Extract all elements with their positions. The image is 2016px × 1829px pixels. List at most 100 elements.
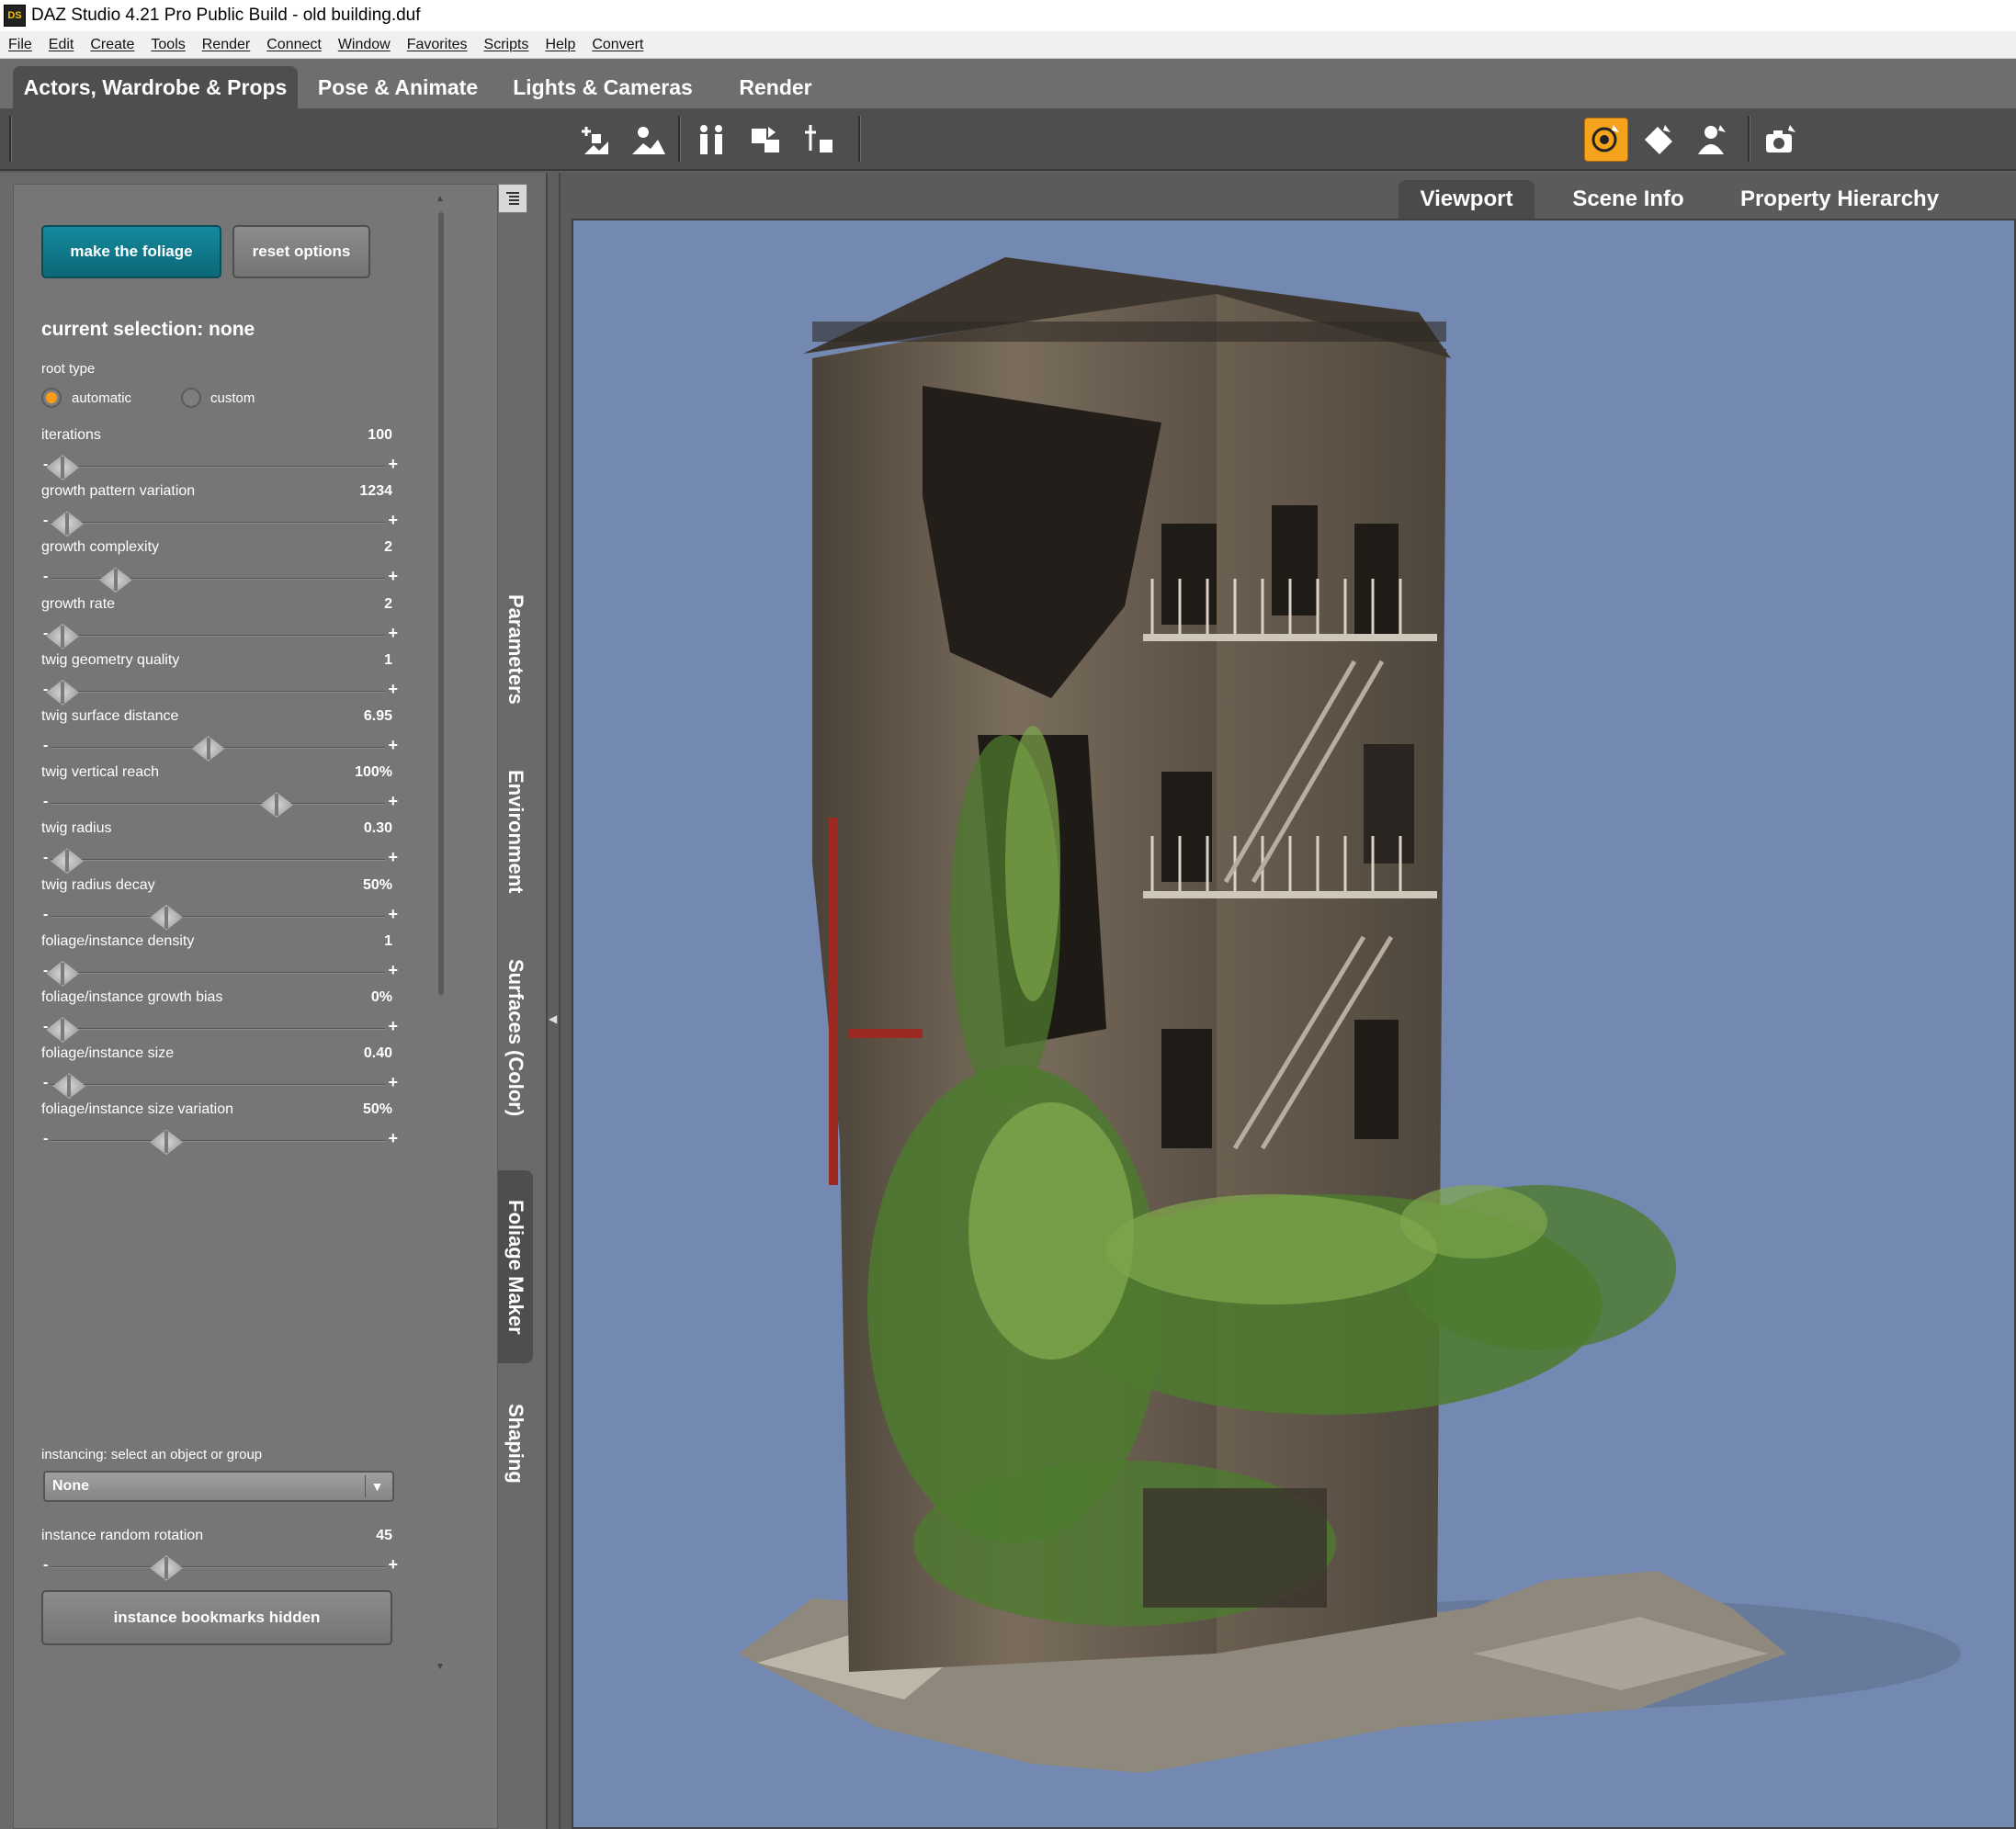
slider-twig-surface-distance[interactable]: twig surface distance 6.95 - + (41, 708, 402, 765)
tab-property-hierarchy[interactable]: Property Hierarchy (1720, 180, 1959, 219)
minus-icon[interactable]: - (43, 907, 48, 923)
root-automatic-radio[interactable] (41, 388, 62, 408)
minus-icon[interactable]: - (43, 682, 48, 698)
slider-foliage-instance-size[interactable]: foliage/instance size 0.40 - + (41, 1045, 402, 1102)
slider-track[interactable] (51, 915, 385, 918)
minus-icon[interactable]: - (43, 963, 48, 979)
plus-icon[interactable]: + (388, 567, 398, 586)
plus-icon[interactable]: + (388, 1555, 398, 1575)
scene-load-icon[interactable] (744, 118, 788, 162)
slider-track[interactable] (51, 690, 385, 693)
slider-thumb[interactable] (191, 736, 225, 762)
root-custom-radio[interactable] (181, 388, 201, 408)
slider-track[interactable] (51, 1566, 385, 1568)
side-tab-foliage-maker[interactable]: Foliage Maker (498, 1170, 533, 1363)
slider-thumb[interactable] (46, 455, 80, 480)
reset-options-button[interactable]: reset options (232, 225, 370, 278)
collapse-left-icon[interactable]: ◀ (549, 1012, 557, 1025)
slider-track[interactable] (51, 466, 385, 468)
plus-icon[interactable]: + (388, 511, 398, 530)
minus-icon[interactable]: - (43, 1075, 48, 1091)
tab-pose-animate[interactable]: Pose & Animate (303, 66, 493, 108)
slider-growth-complexity[interactable]: growth complexity 2 - + (41, 539, 402, 596)
slider-track[interactable] (51, 634, 385, 637)
minus-icon[interactable]: - (43, 1557, 48, 1574)
menu-help[interactable]: Help (537, 37, 583, 53)
side-tab-parameters[interactable]: Parameters (498, 582, 533, 717)
slider-track[interactable] (51, 803, 385, 806)
slider-foliage-instance-growth-bias[interactable]: foliage/instance growth bias 0% - + (41, 989, 402, 1046)
add-prop-icon[interactable] (573, 118, 617, 162)
instancing-select[interactable]: None ▼ (43, 1471, 394, 1502)
plus-icon[interactable]: + (388, 792, 398, 811)
slider-track[interactable] (51, 522, 385, 525)
slider-thumb[interactable] (52, 1073, 86, 1100)
menu-tools[interactable]: Tools (142, 37, 193, 53)
scrollbar-thumb[interactable] (438, 212, 444, 995)
slider-twig-radius[interactable]: twig radius 0.30 - + (41, 820, 402, 877)
minus-icon[interactable]: - (43, 457, 48, 473)
slider-foliage-instance-density[interactable]: foliage/instance density 1 - + (41, 933, 402, 990)
make-foliage-button[interactable]: make the foliage (41, 225, 221, 278)
slider-instance-random-rotation[interactable]: instance random rotation 45 - + (41, 1528, 402, 1585)
chevron-down-icon[interactable]: ▼ (365, 1475, 389, 1497)
slider-iterations[interactable]: iterations 100 - + (41, 427, 402, 484)
plus-icon[interactable]: + (388, 736, 398, 755)
menu-window[interactable]: Window (330, 37, 399, 53)
minus-icon[interactable]: - (43, 569, 48, 585)
plus-icon[interactable]: + (388, 1129, 398, 1148)
slider-track[interactable] (51, 1084, 385, 1087)
slider-twig-geometry-quality[interactable]: twig geometry quality 1 - + (41, 652, 402, 709)
slider-growth-pattern-variation[interactable]: growth pattern variation 1234 - + (41, 483, 402, 540)
menu-file[interactable]: File (0, 37, 40, 53)
tab-render[interactable]: Render (713, 66, 838, 108)
slider-thumb[interactable] (150, 904, 183, 931)
viewport-canvas[interactable] (572, 219, 2016, 1829)
slider-thumb[interactable] (46, 623, 80, 649)
minus-icon[interactable]: - (43, 738, 48, 754)
plus-icon[interactable]: + (388, 848, 398, 867)
slider-twig-radius-decay[interactable]: twig radius decay 50% - + (41, 877, 402, 934)
minus-icon[interactable]: - (43, 513, 48, 529)
minus-icon[interactable]: - (43, 626, 48, 642)
slider-track[interactable] (51, 971, 385, 974)
plus-icon[interactable]: + (388, 1017, 398, 1036)
slider-thumb[interactable] (51, 511, 84, 537)
slider-foliage-instance-size-variation[interactable]: foliage/instance size variation 50% - + (41, 1101, 402, 1158)
plus-icon[interactable]: + (388, 1073, 398, 1092)
panel-menu-icon[interactable] (498, 184, 527, 213)
minus-icon[interactable]: - (43, 850, 48, 866)
slider-thumb[interactable] (46, 1017, 80, 1043)
menu-favorites[interactable]: Favorites (399, 37, 476, 53)
plus-icon[interactable]: + (388, 624, 398, 643)
side-tab-surfaces-color[interactable]: Surfaces (Color) (498, 943, 533, 1134)
camera-icon[interactable] (1759, 118, 1803, 162)
minus-icon[interactable]: - (43, 1131, 48, 1147)
menu-convert[interactable]: Convert (583, 37, 651, 53)
menu-render[interactable]: Render (194, 37, 258, 53)
slider-twig-vertical-reach[interactable]: twig vertical reach 100% - + (41, 764, 402, 821)
tab-scene-info[interactable]: Scene Info (1551, 180, 1705, 219)
side-tab-shaping[interactable]: Shaping (498, 1387, 533, 1499)
slider-track[interactable] (51, 1140, 385, 1143)
tab-viewport[interactable]: Viewport (1399, 180, 1535, 219)
slider-thumb[interactable] (98, 567, 132, 593)
slider-growth-rate[interactable]: growth rate 2 - + (41, 596, 402, 653)
scroll-down-icon[interactable]: ▼ (436, 1662, 445, 1672)
menu-scripts[interactable]: Scripts (476, 37, 538, 53)
tab-lights-cameras[interactable]: Lights & Cameras (502, 66, 704, 108)
surface-select-icon[interactable] (1637, 118, 1682, 162)
slider-track[interactable] (51, 859, 385, 862)
slider-thumb[interactable] (51, 848, 84, 875)
pane-splitter[interactable]: ◀ (546, 173, 561, 1829)
slider-thumb[interactable] (46, 960, 80, 987)
minus-icon[interactable]: - (43, 1019, 48, 1035)
panel-scrollbar[interactable]: ▲ ▼ (435, 194, 447, 1719)
plus-icon[interactable]: + (388, 680, 398, 699)
side-tab-environment[interactable]: Environment (498, 755, 533, 908)
active-tool-icon[interactable] (1584, 118, 1628, 162)
slider-thumb[interactable] (260, 792, 293, 819)
environment-icon[interactable] (627, 118, 671, 162)
menu-create[interactable]: Create (82, 37, 142, 53)
plus-icon[interactable]: + (388, 905, 398, 924)
